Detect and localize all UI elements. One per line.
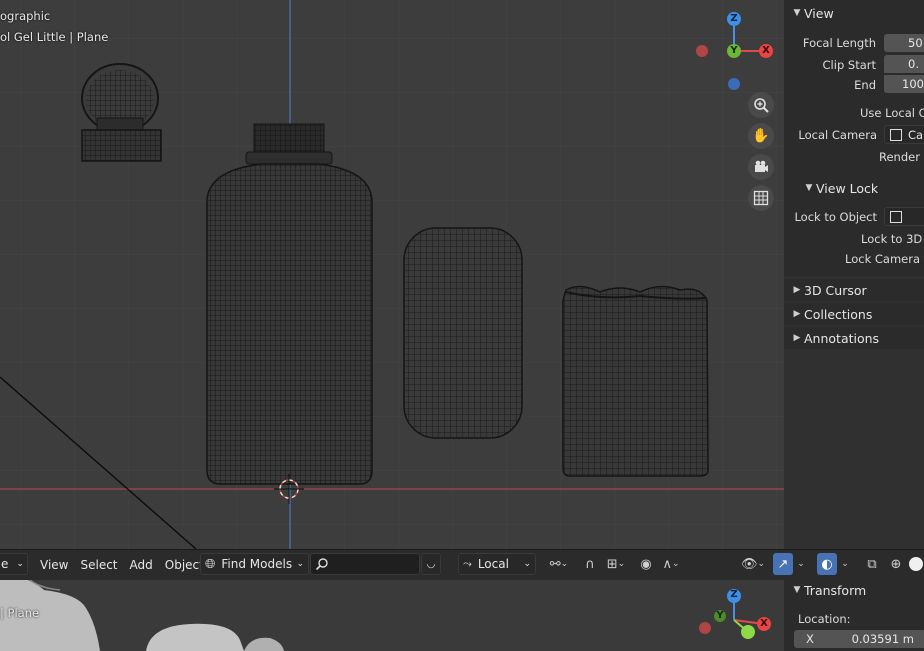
orientation-label: Local: [477, 557, 509, 571]
lock-to-object-field[interactable]: [884, 207, 924, 226]
menu-add[interactable]: Add: [124, 553, 159, 577]
clip-start-label: Clip Start: [822, 58, 876, 72]
clip-end-label: End: [854, 78, 876, 92]
expand-triangle-icon: ▼: [793, 8, 801, 18]
collapsed-triangle-icon: ▶: [793, 333, 801, 343]
collapsed-triangle-icon: ▶: [793, 285, 801, 295]
focal-length-label: Focal Length: [802, 36, 876, 50]
expand-triangle-icon: ▼: [793, 585, 801, 595]
search-icon: [315, 558, 328, 571]
clip-start-field[interactable]: 0.: [884, 55, 924, 73]
chevron-down-icon[interactable]: ⌄: [794, 553, 808, 575]
camera-object-icon: [890, 128, 902, 141]
solid-shading-icon[interactable]: [906, 553, 924, 575]
gizmo-x-label[interactable]: X: [762, 45, 770, 56]
viewport-solid-canvas: [0, 580, 784, 651]
view-lock-title: View Lock: [816, 180, 879, 196]
panel-title-collections: Collections: [804, 306, 873, 322]
bottle-object: [206, 123, 373, 485]
view-panel-title: View: [804, 5, 834, 21]
local-camera-label: Local Camera: [798, 128, 877, 142]
xray-toggle-icon[interactable]: ⧉: [862, 553, 882, 575]
view-lock-header[interactable]: ▼ View Lock: [802, 177, 924, 199]
expand-triangle-icon: ▼: [805, 183, 813, 193]
wrapper-object: [562, 285, 709, 477]
collapsed-triangle-icon: ▶: [793, 309, 801, 319]
local-camera-field[interactable]: Ca: [884, 125, 924, 144]
object-icon: [890, 210, 902, 223]
snap-target-icon[interactable]: ⊞ ⌄: [601, 553, 631, 575]
wireframe-shading-icon[interactable]: ⊕: [886, 553, 906, 575]
menu-view[interactable]: View: [34, 553, 74, 577]
chevron-down-icon: ⌄: [16, 559, 24, 569]
mode-dropdown-label: e: [1, 557, 9, 571]
chevron-down-icon: ◡: [426, 558, 436, 570]
gizmo-z-label[interactable]: Z: [730, 13, 738, 24]
gizmo-y-label[interactable]: Y: [730, 45, 738, 56]
view-panel-header[interactable]: ▼ View: [784, 2, 924, 24]
lock-to-object-label: Lock to Object: [794, 210, 877, 224]
camera-view-icon[interactable]: [748, 154, 774, 180]
pivot-point-icon[interactable]: ⚯ ⌄: [544, 553, 574, 575]
cap-object: [81, 63, 162, 162]
panel-header-3d-cursor[interactable]: ▶ 3D Cursor: [784, 279, 924, 301]
use-local-camera-checkbox[interactable]: Use Local Ca: [860, 106, 924, 120]
visibility-eye-icon[interactable]: 👁︎ ⌄: [738, 553, 768, 575]
panel-title-3d-cursor: 3D Cursor: [804, 282, 867, 298]
zoom-icon[interactable]: [748, 92, 774, 118]
clip-end-field[interactable]: 100: [884, 75, 924, 93]
lock-to-3d-cursor-checkbox[interactable]: Lock to 3D C: [861, 232, 924, 246]
gizmo-toggle-icon[interactable]: ↗: [773, 553, 793, 575]
panel-header-collections[interactable]: ▶ Collections: [784, 303, 924, 325]
globe-icon: 🌐︎: [205, 556, 216, 572]
panel-title-annotations: Annotations: [804, 330, 880, 346]
bottom-gizmo-z-label[interactable]: Z: [730, 589, 738, 600]
location-x-value: 0.03591 m: [851, 632, 914, 646]
orientation-dropdown[interactable]: ⤳ Local ⌄: [458, 553, 536, 575]
lock-camera-to-view-checkbox[interactable]: Lock Camera to: [845, 252, 924, 266]
transform-panel-title: Transform: [804, 582, 867, 598]
falloff-icon[interactable]: ∧ ⌄: [656, 553, 686, 575]
bottom-object-info-label: | Plane: [0, 606, 40, 620]
snap-icon[interactable]: ∩: [580, 553, 600, 575]
search-options-button[interactable]: ◡: [421, 553, 441, 575]
transform-panel-header[interactable]: ▼ Transform: [784, 580, 924, 601]
menu-select[interactable]: Select: [74, 553, 123, 577]
location-x-label: X: [806, 632, 814, 646]
find-models-label: Find Models: [221, 557, 293, 571]
panel-header-annotations[interactable]: ▶ Annotations: [784, 327, 924, 349]
overlays-toggle-icon[interactable]: ◐: [817, 553, 837, 575]
bottom-gizmo-x-label[interactable]: X: [760, 618, 768, 629]
grid-view-icon[interactable]: [748, 185, 774, 211]
search-input[interactable]: [310, 553, 420, 575]
location-label: Location:: [798, 612, 851, 626]
viewport-3d[interactable]: ographic ol Gel Little | Plane Z Y X ✋: [0, 0, 784, 549]
render-region-checkbox[interactable]: Render R: [879, 150, 924, 164]
object-info-label: ol Gel Little | Plane: [0, 30, 109, 44]
chevron-down-icon: ⌄: [523, 559, 531, 569]
header-menu: View Select Add Object: [34, 553, 210, 577]
chevron-down-icon[interactable]: ⌄: [838, 553, 852, 575]
bottom-sidebar-panel: ▼ Transform Location: X 0.03591 m: [784, 580, 924, 651]
view-name-label: ographic: [0, 9, 51, 23]
bottom-gizmo-y-label[interactable]: Y: [716, 610, 724, 621]
chevron-down-icon: ⌄: [296, 559, 304, 569]
focal-length-field[interactable]: 50: [884, 34, 924, 52]
pad-object: [403, 227, 523, 439]
viewport-canvas: [0, 0, 784, 549]
sidebar-panel: ▼ View Focal Length 50 Clip Start 0. End…: [784, 0, 924, 549]
proportional-edit-icon[interactable]: ◉: [636, 553, 656, 575]
find-models-dropdown[interactable]: 🌐︎ Find Models ⌄: [200, 553, 309, 575]
location-x-field[interactable]: X 0.03591 m: [794, 630, 924, 648]
mode-dropdown[interactable]: e ⌄: [0, 553, 28, 575]
local-orientation-icon: ⤳: [463, 557, 472, 570]
pan-hand-icon[interactable]: ✋: [748, 123, 774, 149]
viewport-3d-solid[interactable]: | Plane Z Y X: [0, 580, 784, 651]
local-camera-value: Ca: [908, 127, 924, 142]
